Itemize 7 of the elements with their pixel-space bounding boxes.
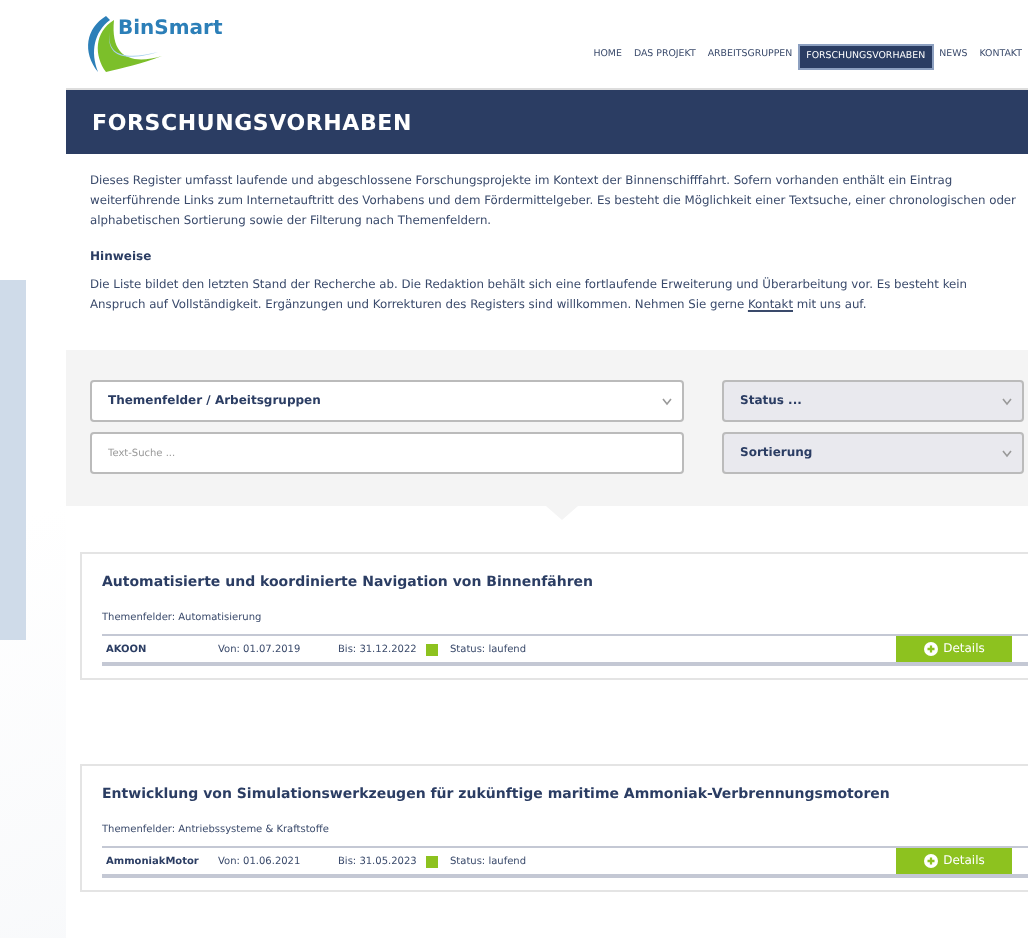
page-title: FORSCHUNGSVORHABEN	[92, 109, 412, 135]
logo-text[interactable]: BinSmart	[118, 18, 223, 40]
plus-circle-icon	[923, 642, 938, 656]
caret-icon	[1002, 397, 1012, 405]
plus-circle-icon	[923, 854, 938, 868]
caret-icon	[662, 397, 672, 405]
caret-icon	[1002, 449, 1012, 457]
